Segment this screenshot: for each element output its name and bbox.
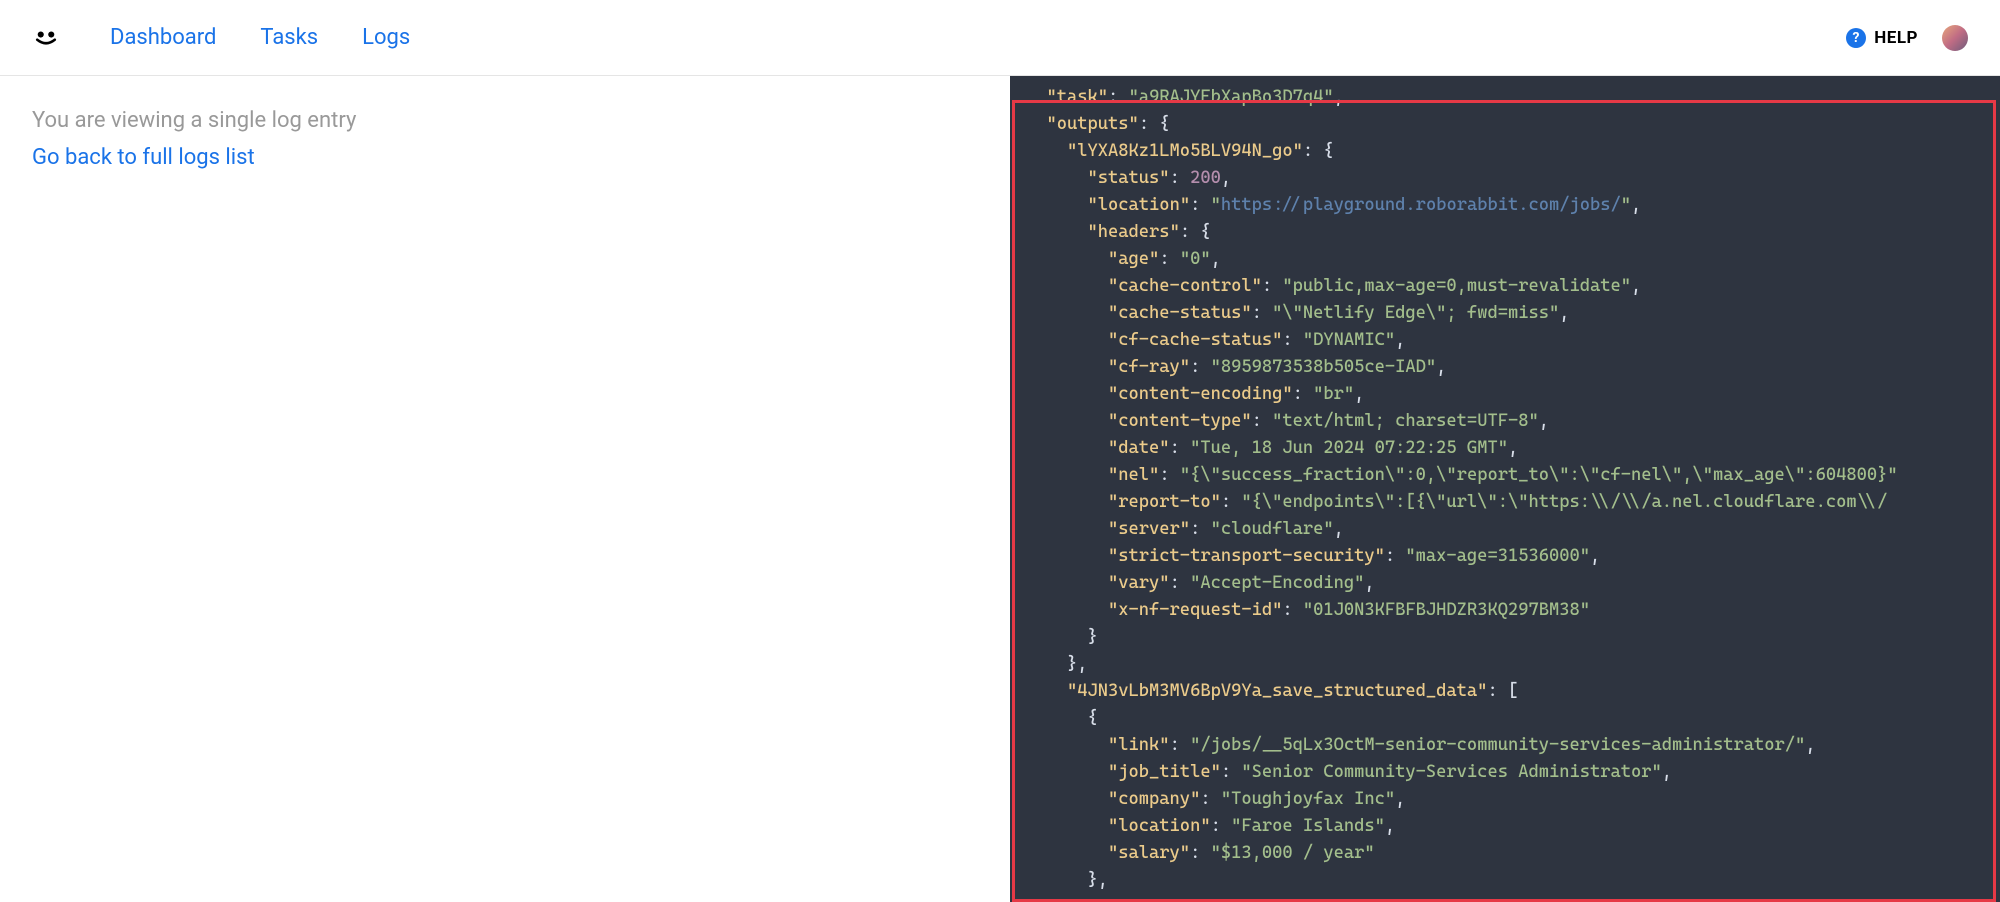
main-content: You are viewing a single log entry Go ba… <box>0 76 2000 902</box>
log-output-code: "task": "a9RAJYEbXapBo3D7q4", "outputs":… <box>1010 76 2000 902</box>
back-to-logs-link[interactable]: Go back to full logs list <box>32 145 255 170</box>
code-panel: "task": "a9RAJYEbXapBo3D7q4", "outputs":… <box>1010 76 2000 902</box>
page-subtitle: You are viewing a single log entry <box>32 108 978 133</box>
help-label: HELP <box>1874 28 1918 48</box>
nav-tasks[interactable]: Tasks <box>260 25 318 50</box>
help-icon: ? <box>1846 28 1866 48</box>
location-url[interactable]: https://playground.roborabbit.com/jobs/ <box>1221 195 1621 215</box>
app-logo[interactable] <box>32 24 60 52</box>
header-right: ? HELP <box>1846 25 1968 51</box>
main-nav: Dashboard Tasks Logs <box>110 25 410 50</box>
nav-dashboard[interactable]: Dashboard <box>110 25 216 50</box>
user-avatar[interactable] <box>1942 25 1968 51</box>
left-panel: You are viewing a single log entry Go ba… <box>0 76 1010 902</box>
nav-logs[interactable]: Logs <box>362 25 410 50</box>
top-header: Dashboard Tasks Logs ? HELP <box>0 0 2000 76</box>
help-button[interactable]: ? HELP <box>1846 28 1918 48</box>
